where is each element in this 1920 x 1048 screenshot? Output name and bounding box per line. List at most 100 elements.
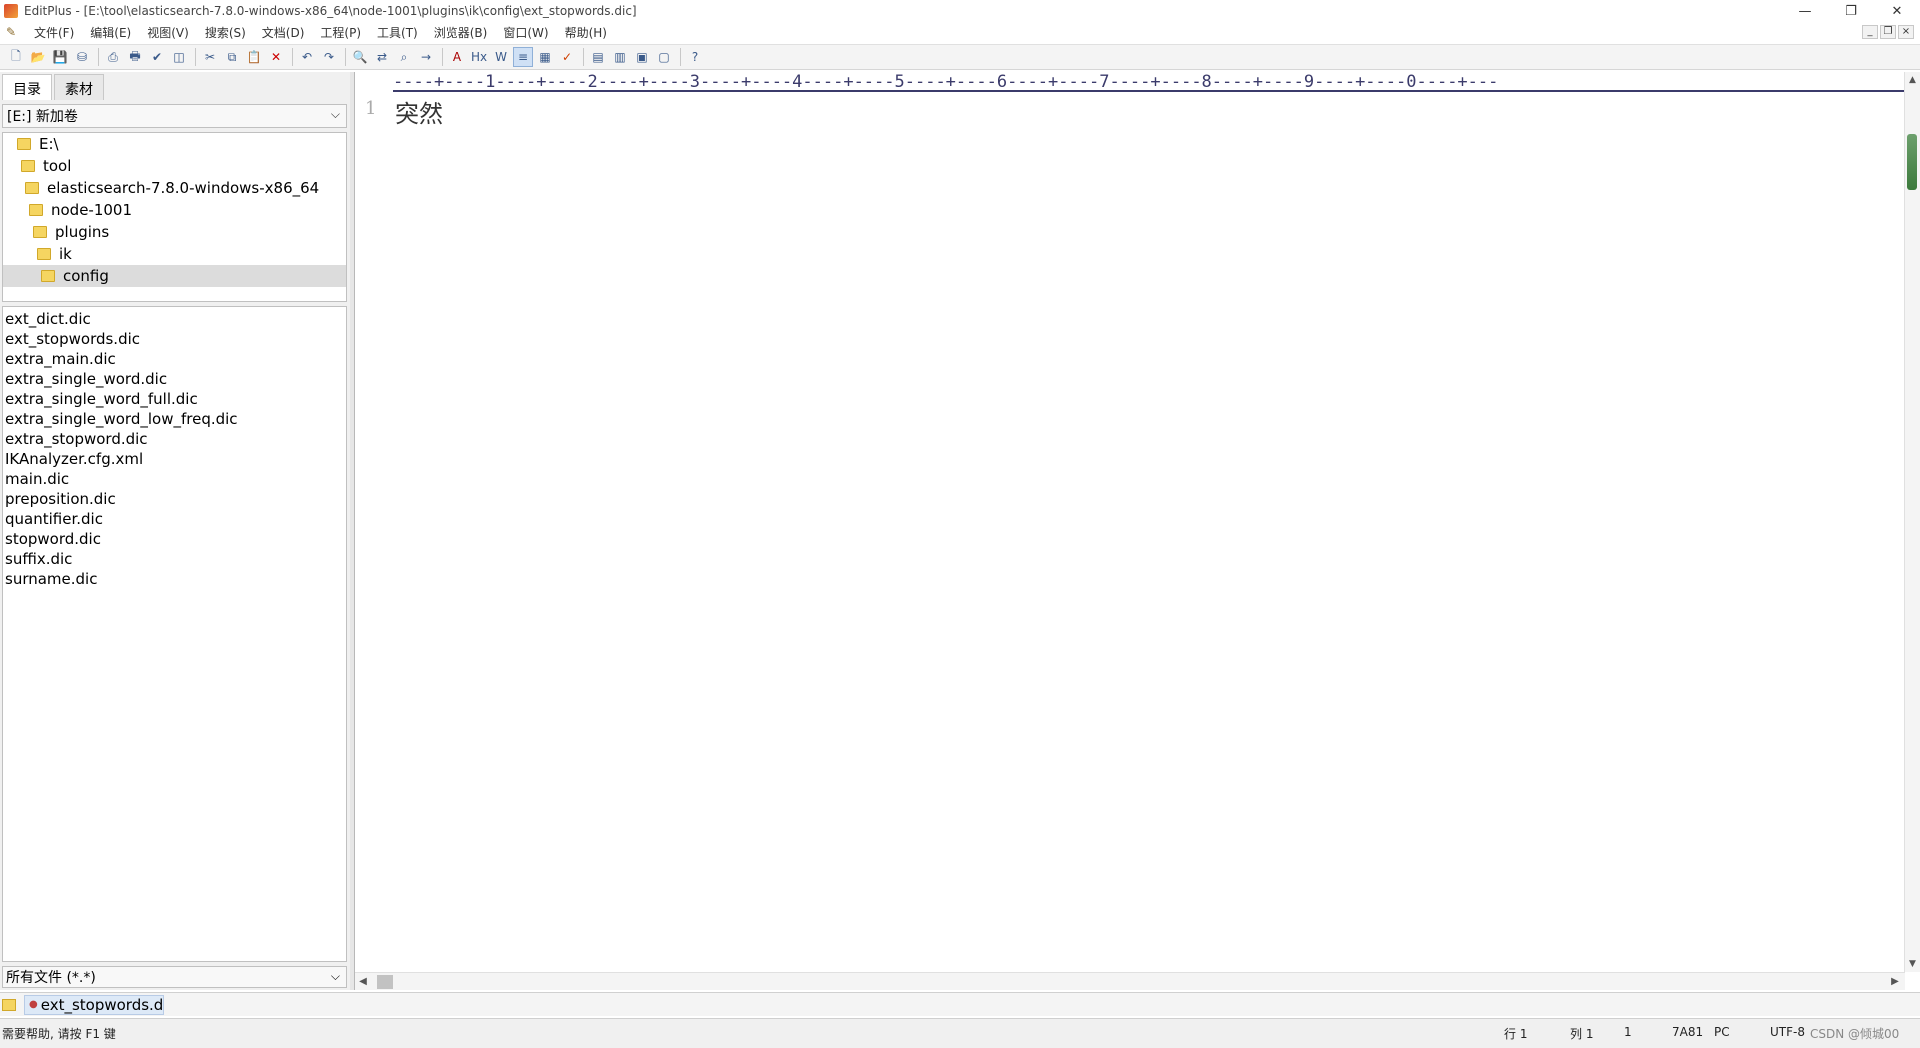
scroll-right-icon[interactable]: ▶ (1887, 976, 1903, 987)
find-in-files-icon[interactable]: ⌕ (394, 47, 414, 67)
menu-file[interactable]: 文件(F) (26, 24, 82, 41)
menu-search[interactable]: 搜索(S) (197, 24, 254, 41)
folder-icon (17, 138, 31, 150)
scroll-marker (1907, 134, 1917, 190)
toolbar-separator (583, 48, 584, 66)
horizontal-scrollbar[interactable]: ◀ ▶ (355, 972, 1905, 990)
toolbar-separator (680, 48, 681, 66)
new-file-icon[interactable]: 🗋 (6, 47, 26, 67)
file-item[interactable]: main.dic (3, 469, 346, 489)
document-tab[interactable]: ● ext_stopwords.dic (24, 994, 164, 1015)
scroll-left-icon[interactable]: ◀ (355, 976, 371, 987)
restore-button[interactable]: ❐ (1828, 0, 1874, 22)
file-item[interactable]: preposition.dic (3, 489, 346, 509)
context-help-icon[interactable]: ? (685, 47, 705, 67)
file-filter-select[interactable]: 所有文件 (*.*) ⌵ (2, 966, 347, 988)
scroll-down-icon[interactable]: ▼ (1905, 956, 1920, 972)
ruler-icon[interactable]: ▦ (535, 47, 555, 67)
view-dir-icon[interactable]: ▤ (588, 47, 608, 67)
tree-item[interactable]: ik (3, 243, 346, 265)
find-icon[interactable]: 🔍 (350, 47, 370, 67)
open-file-icon[interactable]: 📂 (28, 47, 48, 67)
status-bar: 需要帮助, 请按 F1 键 行 1 列 1 1 7A81 PC UTF-8 CS… (0, 1018, 1920, 1048)
undo-icon[interactable]: ↶ (297, 47, 317, 67)
menu-tools[interactable]: 工具(T) (369, 24, 426, 41)
file-item[interactable]: extra_single_word.dic (3, 369, 346, 389)
goto-line-icon[interactable]: → (416, 47, 436, 67)
folder-icon (2, 998, 16, 1011)
mdi-restore-button[interactable]: ❐ (1880, 25, 1896, 39)
menu-browser[interactable]: 浏览器(B) (426, 24, 496, 41)
print-preview-icon[interactable]: ⎙ (103, 47, 123, 67)
tab-directory[interactable]: 目录 (2, 74, 52, 100)
view-full-icon[interactable]: ▢ (654, 47, 674, 67)
file-item[interactable]: IKAnalyzer.cfg.xml (3, 449, 346, 469)
menu-view[interactable]: 视图(V) (139, 24, 197, 41)
drive-select[interactable]: [E:] 新加卷 ⌵ (2, 104, 347, 128)
redo-icon[interactable]: ↷ (319, 47, 339, 67)
tree-item-selected[interactable]: config (3, 265, 346, 287)
menu-document[interactable]: 文档(D) (254, 24, 313, 41)
file-item[interactable]: quantifier.dic (3, 509, 346, 529)
view-clip-icon[interactable]: ▥ (610, 47, 630, 67)
file-item[interactable]: extra_main.dic (3, 349, 346, 369)
word-wrap-icon[interactable]: W (491, 47, 511, 67)
file-item[interactable]: suffix.dic (3, 549, 346, 569)
file-item[interactable]: extra_stopword.dic (3, 429, 346, 449)
menu-project[interactable]: 工程(P) (312, 24, 369, 41)
file-item[interactable]: extra_single_word_full.dic (3, 389, 346, 409)
menu-help[interactable]: 帮助(H) (557, 24, 615, 41)
vertical-scrollbar[interactable]: ▲ ▼ (1904, 72, 1920, 972)
column-ruler: ----+----1----+----2----+----3----+----4… (393, 72, 1905, 92)
tab-clips[interactable]: 素材 (54, 74, 104, 100)
save-all-icon[interactable]: ⛁ (72, 47, 92, 67)
scroll-thumb[interactable] (377, 974, 393, 989)
tree-item[interactable]: plugins (3, 221, 346, 243)
tree-item[interactable]: elasticsearch-7.8.0-windows-x86_64 (3, 177, 346, 199)
editor-pane[interactable]: ----+----1----+----2----+----3----+----4… (354, 72, 1920, 990)
scroll-up-icon[interactable]: ▲ (1905, 72, 1920, 88)
spellcheck-icon[interactable]: ✔ (147, 47, 167, 67)
tree-item-label: plugins (55, 223, 110, 241)
minimize-button[interactable]: — (1782, 0, 1828, 22)
browser-preview-icon[interactable]: ◫ (169, 47, 189, 67)
file-filter-value: 所有文件 (*.*) (6, 970, 96, 986)
editor-line[interactable]: 突然 (395, 94, 443, 129)
menu-window[interactable]: 窗口(W) (495, 24, 556, 41)
cut-icon[interactable]: ✂ (200, 47, 220, 67)
file-item[interactable]: stopword.dic (3, 529, 346, 549)
delete-icon[interactable]: ✕ (266, 47, 286, 67)
toolbar-separator (442, 48, 443, 66)
file-item[interactable]: ext_stopwords.dic (3, 329, 346, 349)
document-tab-bar: ● ext_stopwords.dic (0, 992, 1920, 1016)
paste-icon[interactable]: 📋 (244, 47, 264, 67)
menu-edit[interactable]: 编辑(E) (82, 24, 139, 41)
close-button[interactable]: ✕ (1874, 0, 1920, 22)
font-icon[interactable]: A (447, 47, 467, 67)
tree-item[interactable]: E:\ (3, 133, 346, 155)
toolbar-separator (345, 48, 346, 66)
check-icon[interactable]: ✓ (557, 47, 577, 67)
file-list: ext_dict.dic ext_stopwords.dic extra_mai… (2, 306, 347, 962)
file-item[interactable]: surname.dic (3, 569, 346, 589)
save-icon[interactable]: 💾 (50, 47, 70, 67)
file-item[interactable]: ext_dict.dic (3, 309, 346, 329)
pencil-icon: ✎ (6, 25, 17, 39)
file-item[interactable]: extra_single_word_low_freq.dic (3, 409, 346, 429)
tree-item[interactable]: node-1001 (3, 199, 346, 221)
print-icon[interactable]: 🖶 (125, 47, 145, 67)
folder-icon (21, 160, 35, 172)
toolbar-separator (292, 48, 293, 66)
line-number-icon[interactable]: ≡ (513, 47, 533, 67)
tree-item[interactable]: tool (3, 155, 346, 177)
hex-icon[interactable]: Hx (469, 47, 489, 67)
status-line-ending: PC (1714, 1025, 1730, 1039)
modified-dot-icon: ● (29, 999, 38, 1010)
mdi-close-button[interactable]: × (1898, 25, 1914, 39)
copy-icon[interactable]: ⧉ (222, 47, 242, 67)
mdi-controls: _ ❐ × (1862, 25, 1914, 39)
view-output-icon[interactable]: ▣ (632, 47, 652, 67)
replace-icon[interactable]: ⇄ (372, 47, 392, 67)
mdi-minimize-button[interactable]: _ (1862, 25, 1878, 39)
chevron-down-icon: ⌵ (330, 969, 340, 983)
